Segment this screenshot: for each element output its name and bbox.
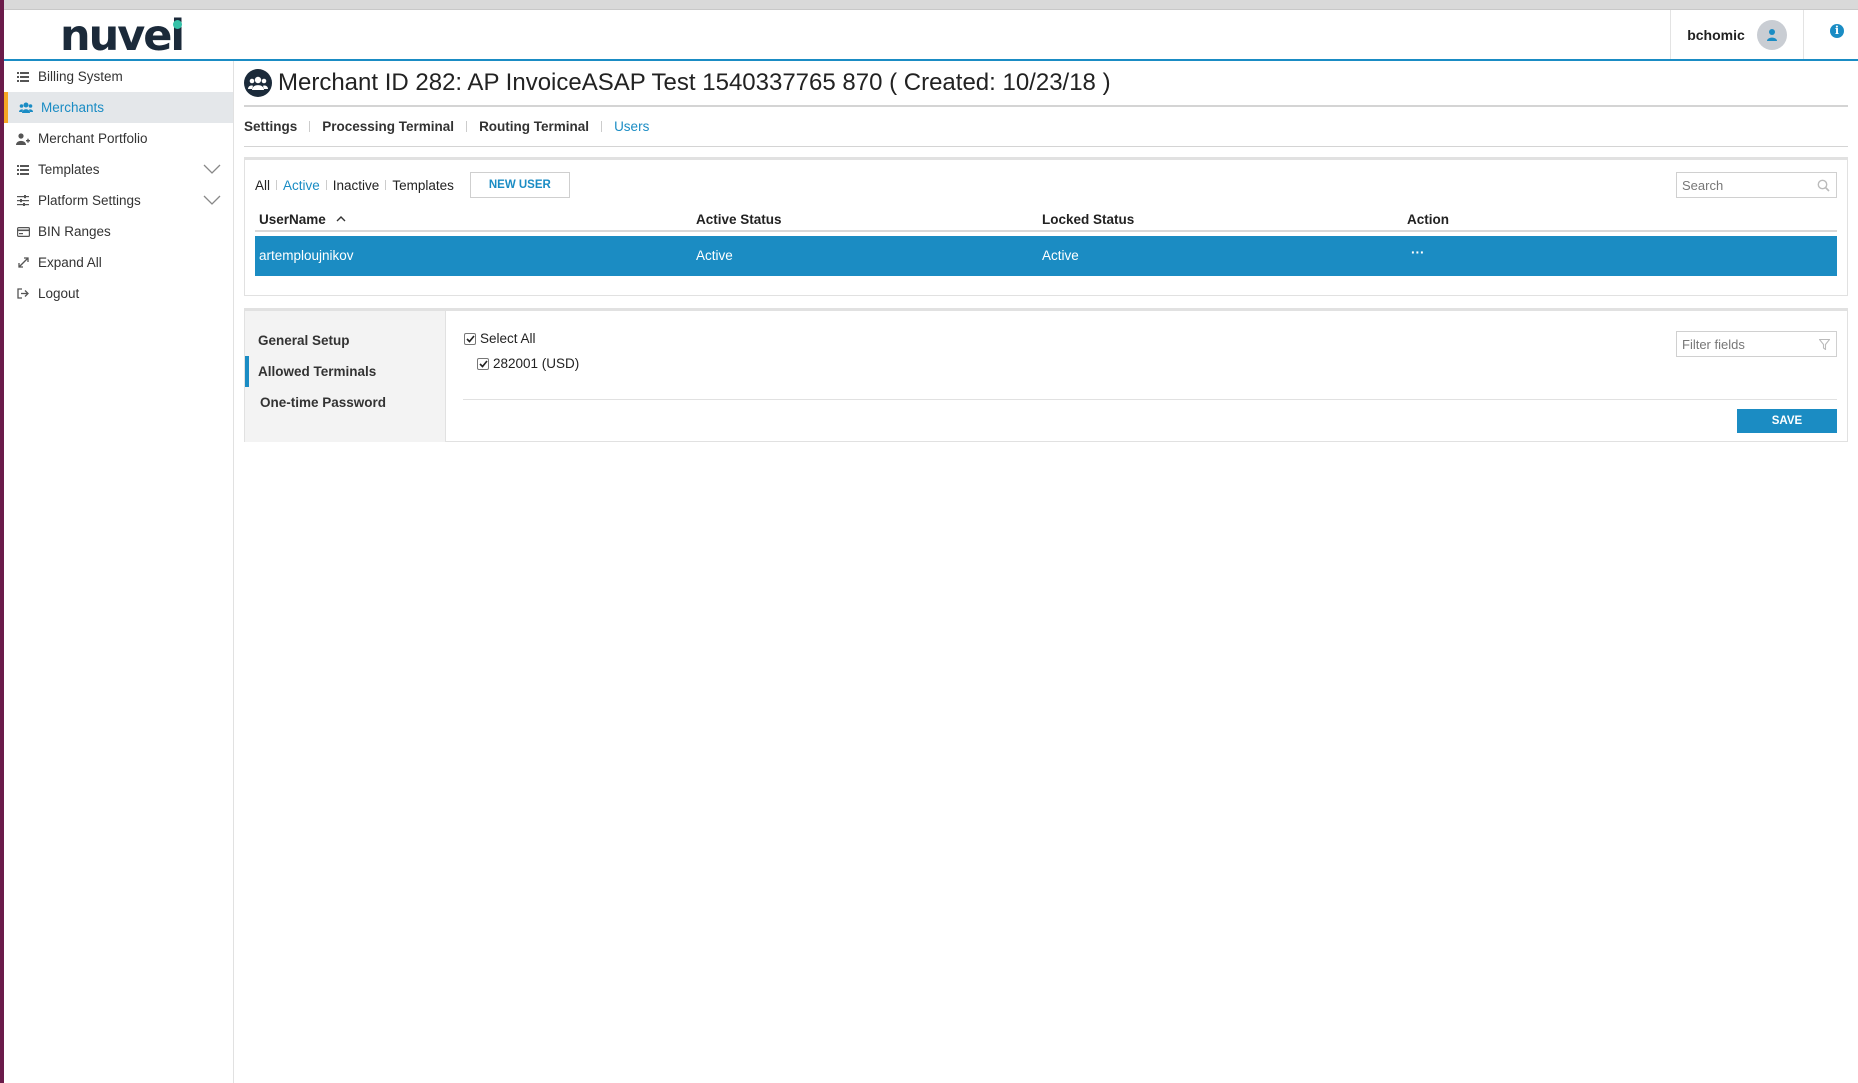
terminal-checkbox[interactable]: [477, 357, 489, 370]
sidebar-item-label: Templates: [38, 162, 100, 177]
user-menu[interactable]: bchomic: [1670, 10, 1804, 59]
checkmark-icon: [465, 334, 475, 343]
users-panel: All Active Inactive Templates NEW USER U…: [244, 157, 1848, 296]
filter-templates[interactable]: Templates: [392, 178, 454, 193]
merchant-tabs: Settings Processing Terminal Routing Ter…: [244, 107, 1848, 147]
select-all-checkbox[interactable]: [464, 332, 476, 345]
select-all-row: Select All: [464, 331, 536, 346]
chevron-down-icon[interactable]: [203, 163, 221, 175]
tab-routing-terminal[interactable]: Routing Terminal: [467, 119, 601, 134]
detail-nav-allowed-terminals[interactable]: Allowed Terminals: [245, 356, 445, 387]
browser-chrome-strip: [0, 0, 1858, 10]
table-row[interactable]: artemploujnikov Active Active ···: [255, 236, 1837, 276]
sidebar-item-label: Platform Settings: [38, 193, 141, 208]
cell-username: artemploujnikov: [259, 248, 354, 263]
page-header: Merchant ID 282: AP InvoiceASAP Test 154…: [244, 61, 1848, 107]
terminal-label: 282001 (USD): [493, 356, 580, 371]
sliders-icon: [16, 194, 30, 208]
sidebar: Billing System Merchants Merchant Portfo…: [4, 61, 234, 1083]
search-box: [1676, 172, 1837, 198]
logout-icon: [16, 287, 30, 301]
search-icon[interactable]: [1817, 179, 1830, 192]
sidebar-item-merchants[interactable]: Merchants: [4, 92, 233, 123]
sidebar-item-billing-system[interactable]: Billing System: [4, 61, 233, 92]
allowed-terminals-body: Select All 282001 (USD) SAVE: [446, 311, 1847, 442]
filter-active[interactable]: Active: [283, 178, 320, 193]
tab-users[interactable]: Users: [602, 119, 661, 134]
checkmark-icon: [478, 359, 488, 368]
sidebar-item-bin-ranges[interactable]: BIN Ranges: [4, 216, 233, 247]
divider: [463, 399, 1837, 400]
filter-inactive[interactable]: Inactive: [333, 178, 380, 193]
list-icon: [16, 163, 30, 177]
column-header-locked-status[interactable]: Locked Status: [1042, 212, 1134, 227]
sidebar-item-platform-settings[interactable]: Platform Settings: [4, 185, 233, 216]
filter-all[interactable]: All: [255, 178, 270, 193]
detail-nav-one-time-password[interactable]: One-time Password: [245, 387, 445, 418]
user-filter-bar: All Active Inactive Templates NEW USER: [255, 172, 570, 198]
tab-processing-terminal[interactable]: Processing Terminal: [310, 119, 466, 134]
column-header-active-status[interactable]: Active Status: [696, 212, 782, 227]
column-header-username[interactable]: UserName: [259, 212, 346, 227]
info-icon[interactable]: i: [1830, 24, 1844, 38]
header-username: bchomic: [1687, 26, 1745, 43]
sidebar-item-templates[interactable]: Templates: [4, 154, 233, 185]
main-content: Merchant ID 282: AP InvoiceASAP Test 154…: [244, 61, 1848, 442]
sidebar-item-label: Expand All: [38, 255, 102, 270]
sidebar-item-label: Logout: [38, 286, 80, 301]
sidebar-item-merchant-portfolio[interactable]: Merchant Portfolio: [4, 123, 233, 154]
cell-locked-status: Active: [1042, 248, 1079, 263]
logo-text: nuvei: [60, 11, 185, 61]
user-plus-icon: [16, 132, 30, 146]
credit-card-icon: [16, 225, 30, 239]
sidebar-item-label: Billing System: [38, 69, 123, 84]
filter-separator: [385, 180, 387, 190]
sidebar-item-logout[interactable]: Logout: [4, 278, 233, 309]
sort-ascending-icon[interactable]: [336, 215, 346, 222]
expand-icon: [16, 256, 30, 270]
sidebar-item-label: Merchants: [41, 100, 105, 115]
select-all-label: Select All: [480, 331, 536, 346]
merchants-group-icon: [244, 69, 272, 97]
list-icon: [16, 70, 30, 84]
row-actions-menu-icon[interactable]: ···: [1411, 245, 1425, 260]
users-icon: [19, 101, 33, 115]
tab-settings[interactable]: Settings: [244, 119, 309, 134]
sidebar-item-expand-all[interactable]: Expand All: [4, 247, 233, 278]
filter-fields-box: [1676, 331, 1837, 357]
filter-fields-input[interactable]: [1677, 336, 1807, 352]
filter-separator: [276, 180, 278, 190]
users-table-header: UserName Active Status Locked Status Act…: [255, 208, 1837, 232]
terminal-row: 282001 (USD): [477, 356, 579, 371]
save-button[interactable]: SAVE: [1737, 409, 1837, 433]
filter-separator: [325, 180, 327, 190]
column-label: UserName: [259, 212, 326, 227]
detail-nav-general-setup[interactable]: General Setup: [245, 325, 445, 356]
chevron-down-icon[interactable]: [203, 194, 221, 206]
column-header-action: Action: [1407, 212, 1449, 227]
user-detail-panel: General Setup Allowed Terminals One-time…: [244, 308, 1848, 442]
nuvei-logo[interactable]: nuvei: [60, 11, 185, 61]
new-user-button[interactable]: NEW USER: [469, 172, 570, 198]
filter-icon[interactable]: [1819, 339, 1830, 350]
user-icon[interactable]: [1756, 19, 1787, 50]
cell-active-status: Active: [696, 248, 733, 263]
sidebar-item-label: Merchant Portfolio: [38, 131, 148, 146]
page-title: Merchant ID 282: AP InvoiceASAP Test 154…: [278, 69, 1111, 96]
sidebar-item-label: BIN Ranges: [38, 224, 111, 239]
search-input[interactable]: [1677, 177, 1807, 193]
user-detail-nav: General Setup Allowed Terminals One-time…: [245, 311, 446, 442]
top-header: nuvei bchomic i: [4, 10, 1858, 61]
